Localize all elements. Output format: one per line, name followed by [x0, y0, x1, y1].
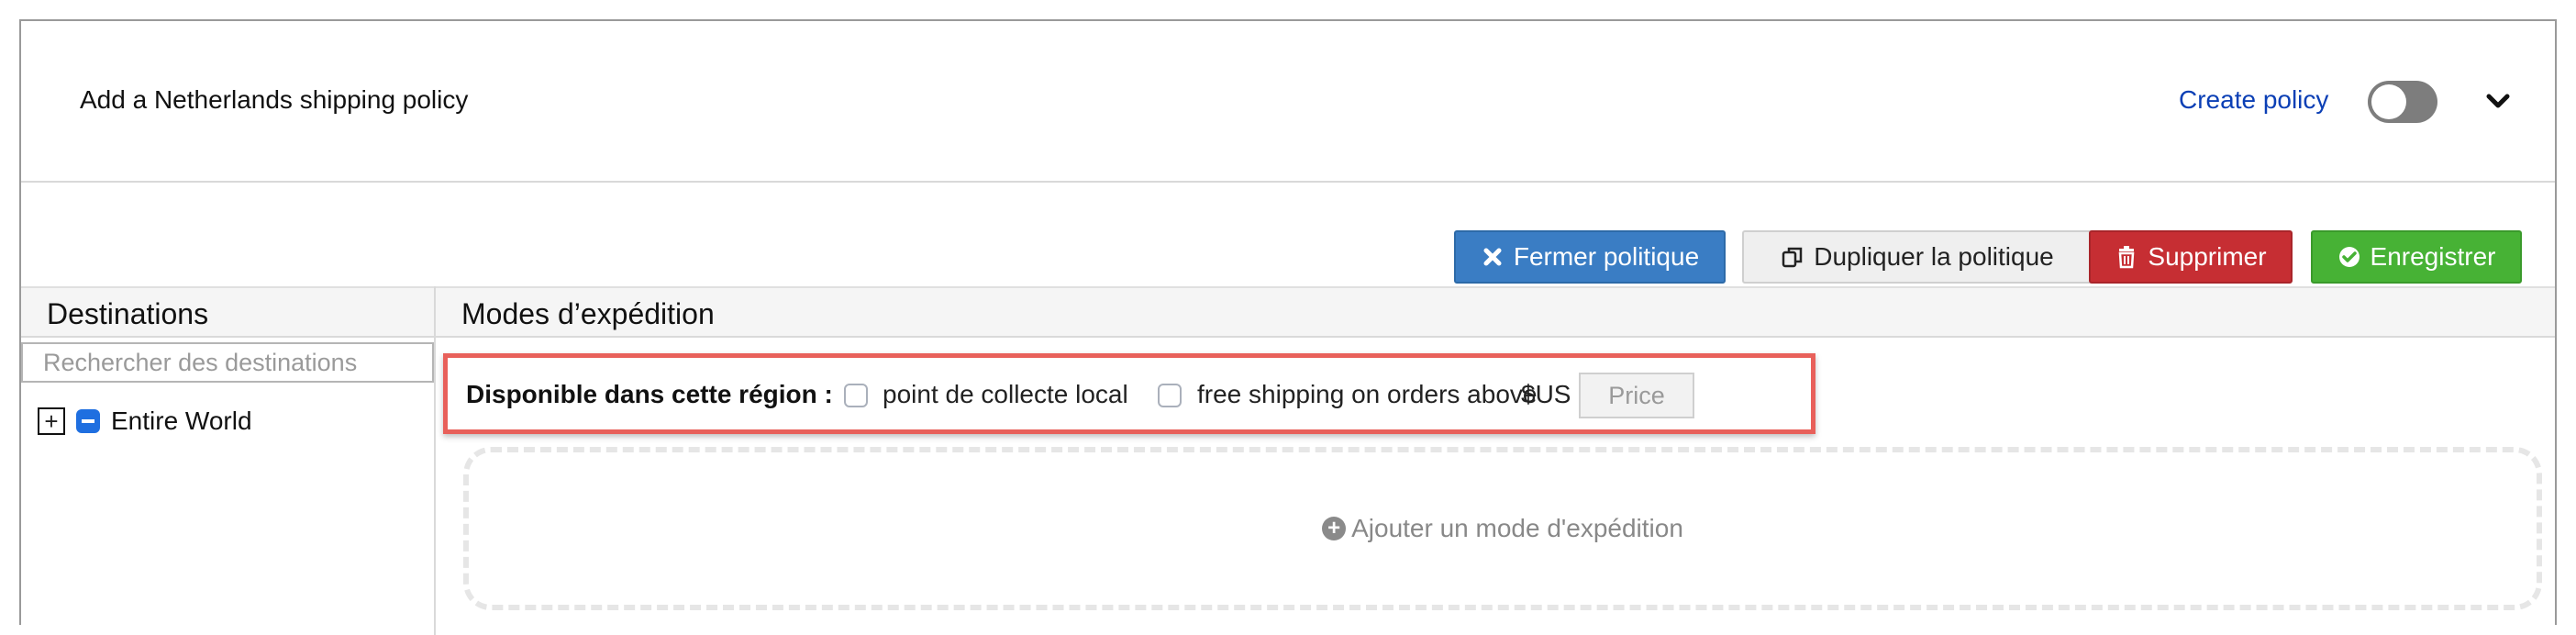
add-shipping-mode-button[interactable]: + Ajouter un mode d'expédition — [463, 447, 2542, 610]
close-icon — [1481, 245, 1505, 269]
partial-select-checkbox[interactable] — [76, 409, 100, 433]
check-circle-icon — [2337, 245, 2361, 269]
policy-title: Add a Netherlands shipping policy — [80, 85, 469, 114]
add-shipping-mode-label: Ajouter un mode d'expédition — [1351, 514, 1683, 542]
local-pickup-label: point de collecte local — [883, 380, 1128, 408]
toggle-knob — [2371, 84, 2406, 119]
delete-label: Supprimer — [2148, 242, 2267, 271]
chevron-down-icon[interactable] — [2480, 84, 2516, 120]
free-shipping-label: free shipping on orders above — [1197, 380, 1538, 408]
expand-icon[interactable]: + — [38, 407, 65, 435]
save-label: Enregistrer — [2370, 242, 2496, 271]
duplicate-policy-label: Dupliquer la politique — [1814, 242, 2054, 271]
region-availability-box: Disponible dans cette région : point de … — [443, 353, 1815, 434]
policy-header: Add a Netherlands shipping policy Create… — [21, 21, 2555, 183]
price-input[interactable] — [1579, 373, 1694, 418]
destinations-heading: Destinations — [47, 297, 209, 330]
availability-label: Disponible dans cette région : — [466, 380, 833, 408]
save-button[interactable]: Enregistrer — [2311, 230, 2522, 284]
close-policy-button[interactable]: Fermer politique — [1454, 230, 1726, 284]
policy-toggle[interactable] — [2368, 81, 2437, 123]
shipping-policy-panel: Add a Netherlands shipping policy Create… — [19, 19, 2557, 635]
delete-button[interactable]: Supprimer — [2089, 230, 2293, 284]
tree-item-entire-world: + Entire World — [38, 407, 252, 436]
column-headers: Destinations Modes d’expédition — [21, 286, 2555, 338]
trash-icon — [2115, 245, 2138, 269]
create-policy-link[interactable]: Create policy — [2179, 85, 2328, 115]
free-shipping-checkbox[interactable] — [1158, 384, 1182, 407]
close-policy-label: Fermer politique — [1513, 242, 1700, 271]
copy-icon — [1781, 245, 1804, 269]
plus-circle-icon: + — [1322, 517, 1347, 540]
destination-search-input[interactable] — [21, 342, 434, 383]
currency-label: $US — [1521, 380, 1571, 408]
shipping-modes-heading: Modes d’expédition — [461, 297, 715, 330]
tree-item-label: Entire World — [111, 407, 252, 435]
duplicate-policy-button[interactable]: Dupliquer la politique — [1742, 230, 2093, 284]
local-pickup-checkbox[interactable] — [844, 384, 868, 407]
column-divider — [434, 286, 436, 635]
